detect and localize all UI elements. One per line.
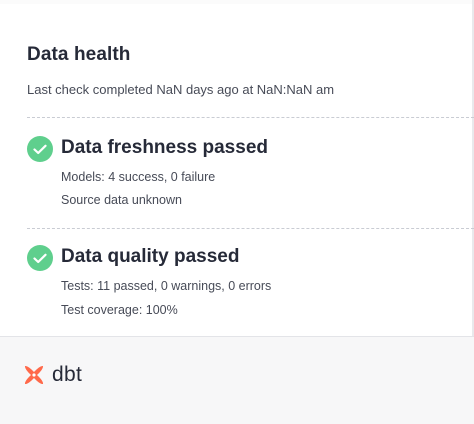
last-check-text: Last check completed NaN days ago at NaN… <box>27 82 335 97</box>
panel-title: Data health <box>27 44 131 65</box>
quality-tests-text: Tests: 11 passed, 0 warnings, 0 errors <box>61 279 272 293</box>
data-health-card: Data health Last check completed NaN day… <box>0 0 474 424</box>
dbt-logo[interactable]: dbt <box>22 363 82 387</box>
card-footer: dbt <box>0 336 474 424</box>
quality-coverage-text: Test coverage: 100% <box>61 303 178 317</box>
dbt-logo-icon <box>24 365 44 385</box>
freshness-title: Data freshness passed <box>61 137 268 158</box>
freshness-source-text: Source data unknown <box>61 193 182 207</box>
section-divider <box>27 117 474 118</box>
freshness-check-icon <box>27 136 53 162</box>
quality-title: Data quality passed <box>61 246 240 267</box>
dbt-logo-text: dbt <box>52 363 83 386</box>
card-top-edge <box>0 0 474 4</box>
quality-check-icon <box>27 245 53 271</box>
freshness-models-text: Models: 4 success, 0 failure <box>61 170 216 184</box>
section-divider <box>27 228 474 229</box>
